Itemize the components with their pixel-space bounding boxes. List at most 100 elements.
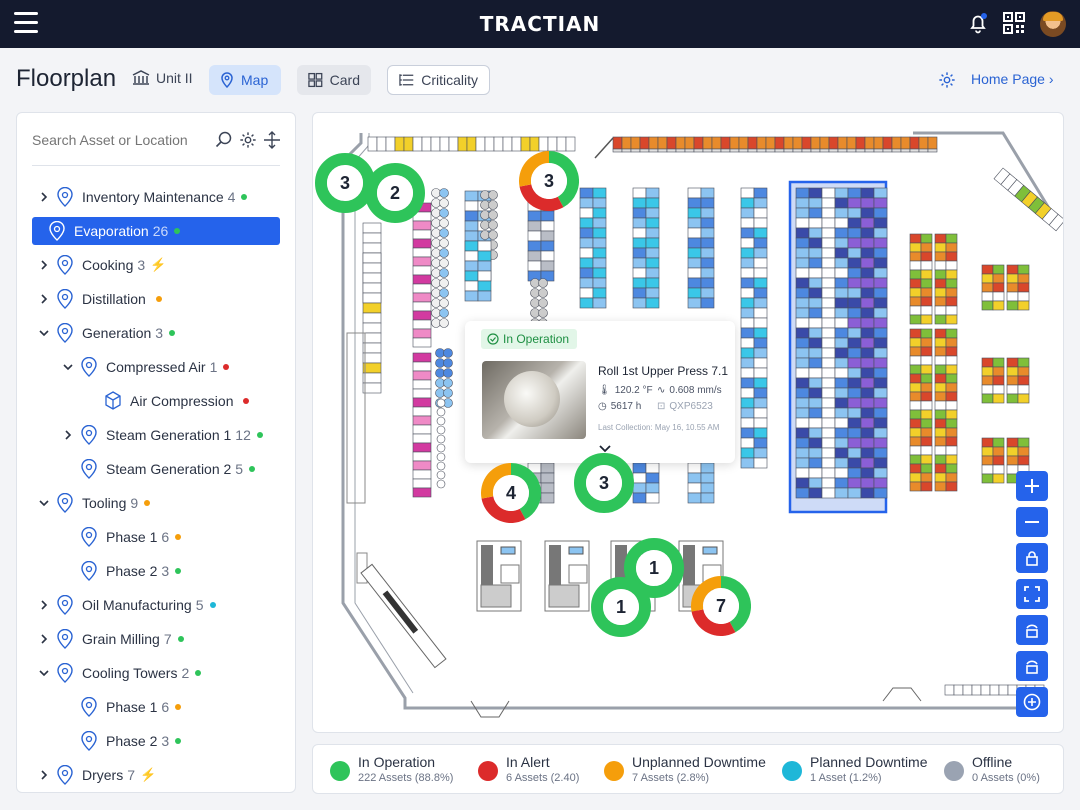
legend-swatch: [478, 761, 498, 781]
last-collection: Last Collection: May 16, 10.55 AM: [598, 423, 720, 432]
tree-item-distillation[interactable]: Distillation: [41, 285, 162, 313]
tree-item-label: Generation: [82, 325, 152, 341]
gear-icon[interactable]: [938, 71, 956, 89]
status-dot: [243, 398, 250, 404]
location-pin-icon: [57, 595, 73, 615]
fullscreen-button[interactable]: [1016, 579, 1048, 609]
legend-item-planned-downtime[interactable]: Planned Downtime 1 Asset (1.2%): [782, 754, 928, 784]
plus-icon: [1025, 479, 1039, 493]
tree-item-count: 9: [130, 495, 139, 511]
tree-item-steam-generation-1[interactable]: Steam Generation 1 12: [65, 421, 263, 449]
chevron-right-icon[interactable]: [39, 260, 49, 270]
gear-icon[interactable]: [239, 131, 257, 149]
tree-item-evaporation[interactable]: Evaporation 26: [32, 217, 280, 245]
rotate-left-button[interactable]: [1016, 615, 1048, 645]
legend-swatch: [944, 761, 964, 781]
unit-label: Unit II: [156, 70, 193, 86]
chevron-down-icon[interactable]: [599, 445, 611, 453]
status-dot: [223, 364, 230, 370]
tree-item-label: Compressed Air: [106, 359, 206, 375]
tab-card[interactable]: Card: [297, 65, 371, 95]
tab-map[interactable]: Map: [209, 65, 281, 95]
asset-cluster-marker[interactable]: 7: [691, 576, 751, 636]
legend-item-in-alert[interactable]: In Alert 6 Assets (2.40): [478, 754, 579, 784]
tree-item-label: Cooling Towers: [82, 665, 178, 681]
tree-item-inventory-maintenance[interactable]: Inventory Maintenance 4: [41, 183, 248, 211]
temperature-value: 120.2 °F: [614, 385, 653, 396]
legend-label: Planned Downtime: [810, 754, 928, 770]
asset-cluster-marker[interactable]: 3: [574, 453, 634, 513]
asset-cluster-marker[interactable]: 1: [591, 577, 651, 637]
tree-item-grain-milling[interactable]: Grain Milling 7: [41, 625, 184, 653]
home-page-label: Home Page: [971, 71, 1045, 87]
grid-icon: [308, 72, 323, 88]
tree-item-label: Phase 2: [106, 563, 158, 579]
legend-item-in-operation[interactable]: In Operation 222 Assets (88.8%): [330, 754, 453, 784]
zoom-out-button[interactable]: [1016, 507, 1048, 537]
sensor-id: ⊡ QXP6523: [657, 401, 713, 412]
asset-tree-panel: Inventory Maintenance4 Evaporation26 Cooki…: [16, 112, 296, 793]
tree-item-generation[interactable]: Generation 3: [39, 319, 176, 347]
tree-item-label: Air Compression: [130, 393, 234, 409]
tree-item-phase-1[interactable]: Phase 16: [80, 523, 182, 551]
page-title: Floorplan: [16, 65, 117, 92]
tree-item-phase-2[interactable]: Phase 23: [80, 557, 182, 585]
tree-item-count: 3: [155, 325, 164, 341]
bell-icon[interactable]: [966, 11, 990, 35]
tree-item-phase-2[interactable]: Phase 23: [80, 727, 182, 755]
wave-icon: ∿: [657, 385, 666, 396]
chevron-right-icon[interactable]: [63, 430, 73, 440]
chevron-down-icon[interactable]: [39, 498, 49, 508]
asset-cluster-marker[interactable]: 2: [365, 163, 425, 223]
search-icon[interactable]: [215, 131, 233, 149]
tree-item-dryers[interactable]: Dryers 7 ⚡: [41, 761, 156, 789]
home-page-link[interactable]: Home Page ›: [971, 71, 1054, 87]
tree-item-label: Distillation: [82, 291, 146, 307]
zoom-in-button[interactable]: [1016, 471, 1048, 501]
asset-cluster-marker[interactable]: 3: [519, 151, 579, 211]
asset-name: Roll 1st Upper Press 7.1: [598, 364, 729, 378]
tree-item-count: 5: [195, 597, 204, 613]
chevron-down-icon[interactable]: [63, 362, 73, 372]
chevron-down-icon[interactable]: [39, 668, 49, 678]
tree-item-air-compression[interactable]: Air Compression: [104, 387, 250, 415]
tree-item-compressed-air[interactable]: Compressed Air 1: [63, 353, 230, 381]
tree-item-phase-1[interactable]: Phase 16: [80, 693, 182, 721]
tree-item-tooling[interactable]: Tooling 9: [39, 489, 151, 517]
chevron-right-icon[interactable]: [39, 192, 49, 202]
legend-detail: 222 Assets (88.8%): [358, 772, 454, 784]
qr-code-icon[interactable]: [1003, 12, 1025, 34]
tree-item-label: Grain Milling: [82, 631, 160, 647]
chevron-right-icon[interactable]: [39, 634, 49, 644]
cluster-count: 1: [615, 597, 626, 617]
move-icon[interactable]: [263, 131, 281, 149]
tree-item-label: Inventory Maintenance: [82, 189, 224, 205]
chevron-right-icon[interactable]: [39, 600, 49, 610]
user-avatar[interactable]: [1040, 11, 1066, 37]
add-location-button[interactable]: [1016, 687, 1048, 717]
lock-button[interactable]: [1016, 543, 1048, 573]
legend-item-offline[interactable]: Offline 0 Assets (0%): [944, 754, 1040, 784]
rotate-right-button[interactable]: [1016, 651, 1048, 681]
tree-item-oil-manufacturing[interactable]: Oil Manufacturing 5: [41, 591, 216, 619]
asset-cluster-marker[interactable]: 4: [481, 463, 541, 523]
floorplan-map[interactable]: In Operation Roll 1st Upper Press 7.1 🌡 1…: [312, 112, 1064, 733]
chevron-right-icon[interactable]: [39, 294, 49, 304]
hours-value: 5617 h: [610, 401, 642, 412]
tab-criticality-label: Criticality: [421, 72, 478, 88]
legend-item-unplanned-downtime[interactable]: Unplanned Downtime 7 Assets (2.8%): [604, 754, 766, 784]
location-pin-icon: [81, 697, 97, 717]
chevron-right-icon[interactable]: [39, 770, 49, 780]
location-pin-icon: [81, 357, 97, 377]
tree-item-label: Cooking: [82, 257, 134, 273]
unit-selector[interactable]: Unit II: [132, 70, 193, 86]
asset-popup[interactable]: In Operation Roll 1st Upper Press 7.1 🌡 1…: [465, 321, 735, 463]
sensor-icon: ⊡: [657, 401, 666, 412]
list-icon: [399, 74, 414, 86]
search-input[interactable]: [32, 132, 212, 148]
tree-item-cooking[interactable]: Cooking 3 ⚡: [41, 251, 166, 279]
tab-criticality[interactable]: Criticality: [387, 65, 490, 95]
tree-item-steam-generation-2[interactable]: Steam Generation 25: [80, 455, 256, 483]
tree-item-cooling-towers[interactable]: Cooling Towers 2: [39, 659, 202, 687]
chevron-down-icon[interactable]: [39, 328, 49, 338]
